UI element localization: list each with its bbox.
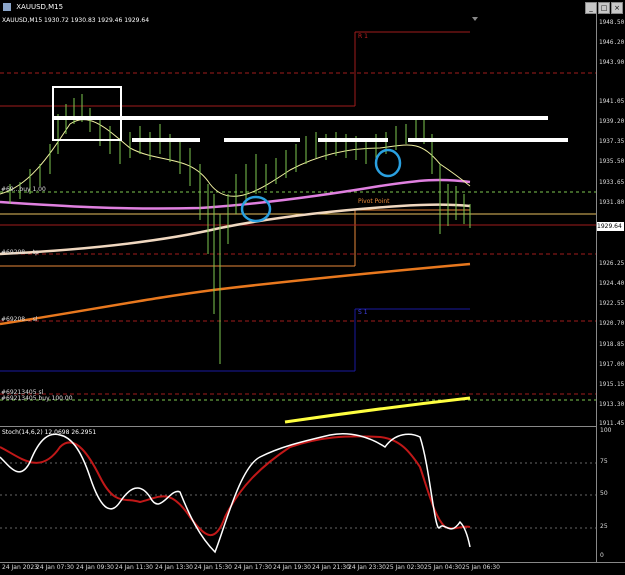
shift-marker-icon[interactable] [472, 17, 478, 21]
price-tick: 1926.25 [599, 260, 625, 267]
price-tick: 1946.20 [599, 39, 625, 46]
stoch-main-line [0, 433, 471, 554]
price-tick: 1933.65 [599, 179, 625, 186]
annotation-circle-2 [374, 148, 402, 178]
sl-label: #69208... sl [1, 316, 38, 323]
maximize-button[interactable]: □ [598, 2, 610, 14]
stochastic-title: Stoch(14,6,2) 12.0698 26.2951 [2, 429, 97, 436]
window-controls: _ □ × [585, 2, 623, 14]
time-tick: 24 Jan 19:30 [273, 564, 311, 571]
ma-yellow-line [284, 396, 471, 424]
time-tick: 24 Jan 21:30 [312, 564, 350, 571]
price-tick: 1939.20 [599, 118, 625, 125]
time-tick: 24 Jan 2023 [2, 564, 38, 571]
stochastic-axis: 100 75 50 25 0 [596, 426, 625, 562]
annotation-circle-1 [240, 195, 272, 223]
window-title: XAUUSD,M15 [16, 3, 64, 11]
price-tick: 1915.15 [599, 381, 625, 388]
time-tick: 24 Jan 11:30 [115, 564, 153, 571]
price-tick: 1941.05 [599, 98, 625, 105]
chart-symbol-info: XAUUSD,M15 1930.72 1930.83 1929.46 1929.… [2, 17, 150, 24]
time-tick: 24 Jan 15:30 [194, 564, 232, 571]
price-tick: 1948.50 [599, 19, 625, 26]
order-buy-label: #69213405 buy 100.00 [1, 395, 73, 402]
time-tick: 24 Jan 07:30 [36, 564, 74, 571]
time-axis[interactable]: 24 Jan 2023 24 Jan 07:30 24 Jan 09:30 24… [0, 562, 625, 575]
time-tick: 25 Jan 06:30 [462, 564, 500, 571]
stoch-tick: 75 [600, 458, 608, 465]
s1-label: S 1 [358, 309, 368, 316]
price-tick: 1935.50 [599, 158, 625, 165]
ma-orange-line [0, 262, 471, 326]
ma-pink-line [0, 178, 471, 210]
candles [9, 94, 471, 364]
price-chart[interactable] [0, 14, 596, 426]
time-tick: 24 Jan 13:30 [155, 564, 193, 571]
stoch-signal-line [0, 435, 471, 537]
time-tick: 25 Jan 04:30 [424, 564, 462, 571]
time-tick: 25 Jan 02:30 [386, 564, 424, 571]
time-tick: 24 Jan 09:30 [76, 564, 114, 571]
price-tick: 1943.90 [599, 59, 625, 66]
r1-label: R 1 [358, 33, 368, 40]
time-tick: 24 Jan 23:30 [348, 564, 386, 571]
minimize-button[interactable]: _ [585, 2, 597, 14]
price-tick: 1924.40 [599, 280, 625, 287]
buy-order-label: #69...buy 1.00 [1, 186, 46, 193]
price-tick: 1931.80 [599, 199, 625, 206]
price-tick: 1937.35 [599, 138, 625, 145]
stoch-tick: 0 [600, 552, 604, 559]
stoch-tick: 25 [600, 523, 608, 530]
close-button[interactable]: × [611, 2, 623, 14]
time-tick: 24 Jan 17:30 [234, 564, 272, 571]
pivot-label: Pivot Point [358, 198, 390, 205]
price-tick: 1913.30 [599, 401, 625, 408]
price-tick: 1918.85 [599, 341, 625, 348]
price-tick: 1917.00 [599, 361, 625, 368]
current-price-tag: 1929.64 [597, 222, 624, 231]
tp-label: #69208... tp [1, 249, 39, 256]
window-title-bar[interactable]: XAUUSD,M15 _ □ × [0, 0, 625, 14]
chart-window-icon [3, 3, 11, 11]
price-tick: 1922.55 [599, 300, 625, 307]
ma-cream-line [0, 203, 471, 256]
price-tick: 1920.70 [599, 320, 625, 327]
stoch-tick: 100 [600, 427, 612, 434]
stoch-tick: 50 [600, 490, 608, 497]
stochastic-panel[interactable] [0, 426, 596, 563]
stochastic-chart [0, 433, 596, 554]
